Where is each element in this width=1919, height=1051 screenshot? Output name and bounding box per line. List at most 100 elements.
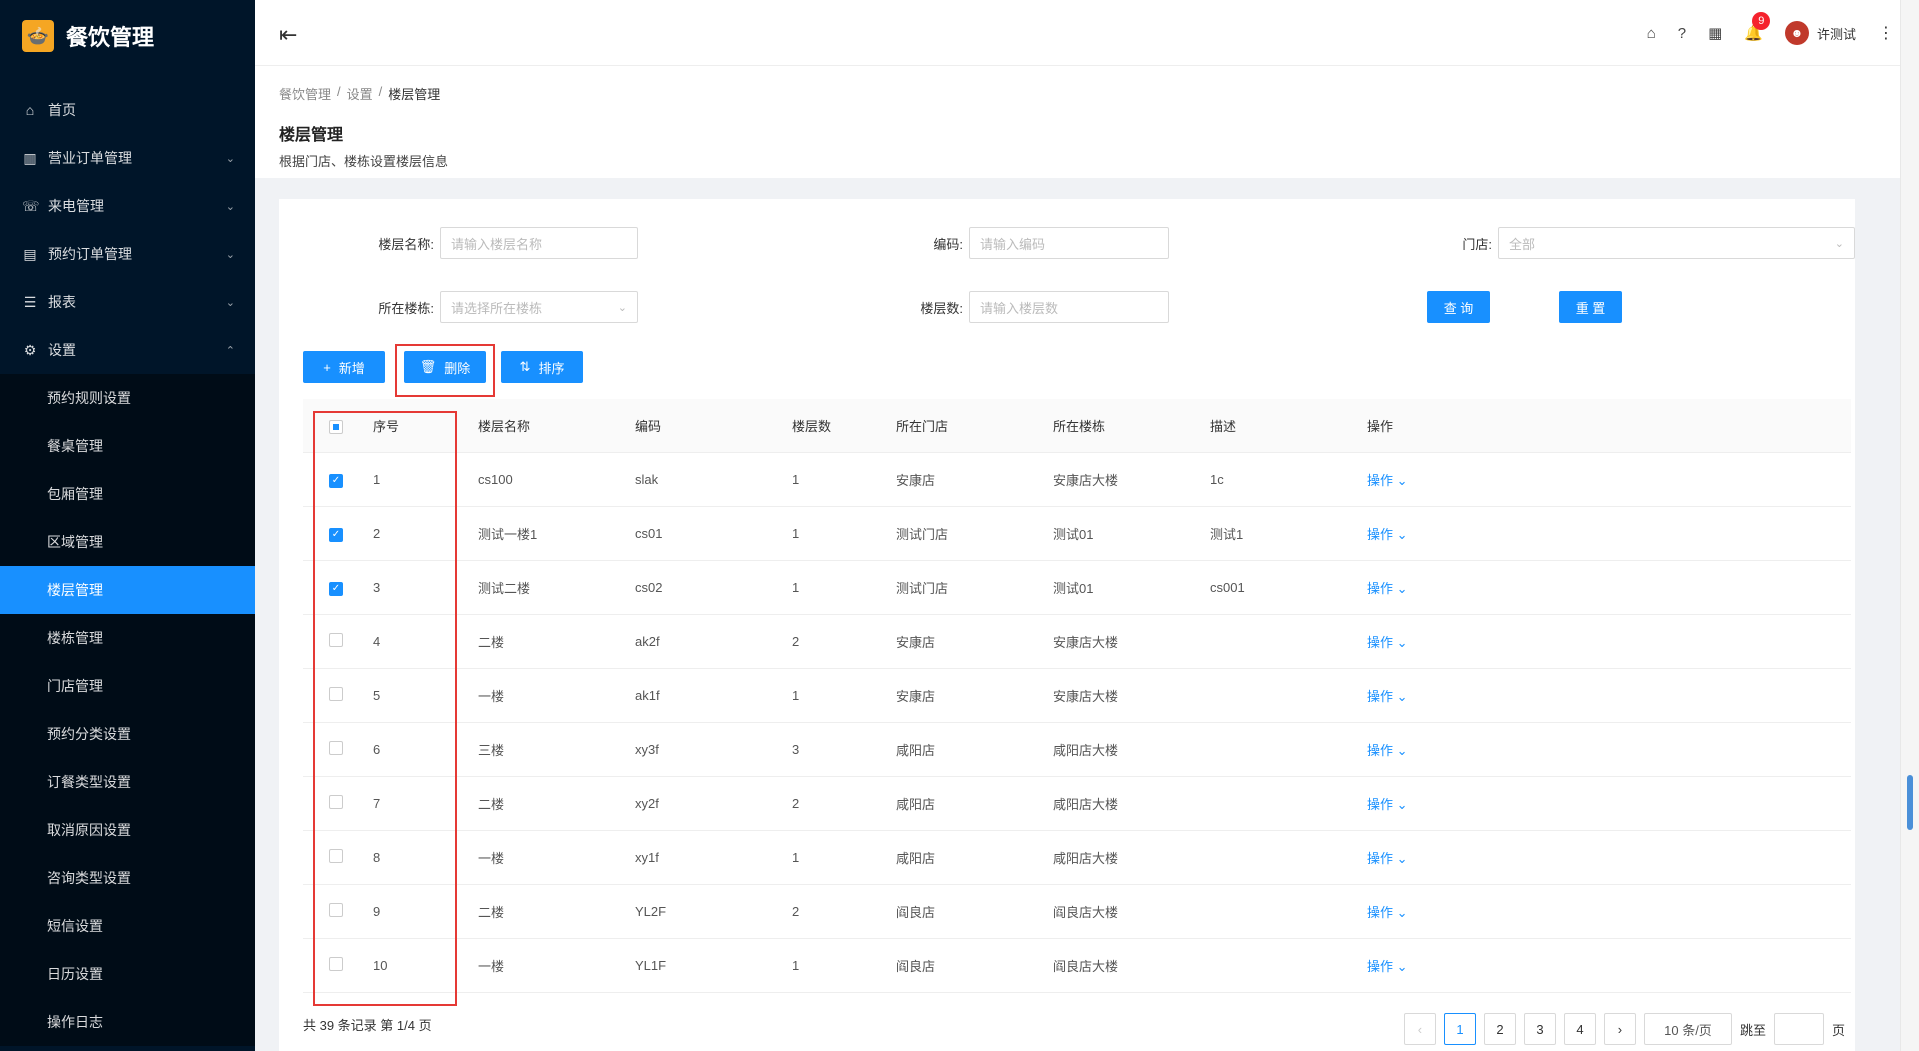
code-filter: 编码: 请输入编码: [878, 227, 1169, 259]
building-select[interactable]: 请选择所在楼栋 ⌄: [440, 291, 638, 323]
page-button[interactable]: 4: [1563, 1013, 1596, 1045]
sidebar-subitem[interactable]: 餐桌管理: [0, 422, 255, 470]
jump-page-input[interactable]: [1773, 1013, 1824, 1045]
sidebar-item-label: 设置: [48, 342, 76, 358]
table-cell: 1: [792, 526, 800, 541]
sidebar-item[interactable]: ⚙ 设置 ⌃: [0, 326, 255, 374]
sidebar-subitem[interactable]: 订餐类型设置: [0, 758, 255, 806]
page-scrollbar[interactable]: [1900, 0, 1919, 1051]
sidebar-subitem[interactable]: 咨询类型设置: [0, 854, 255, 902]
chevron-down-icon: ⌄: [1396, 905, 1408, 920]
table-cell: 安康店大楼: [1053, 473, 1119, 488]
floor-count-input[interactable]: 请输入楼层数: [969, 291, 1169, 323]
breadcrumb-item[interactable]: 餐饮管理: [279, 84, 331, 103]
page-button[interactable]: 1: [1443, 1013, 1476, 1045]
menu-fold-icon[interactable]: ⇤: [279, 22, 297, 48]
reset-button[interactable]: 重 置: [1559, 291, 1622, 323]
table-cell: 测试1: [1210, 527, 1244, 542]
sidebar-subitem[interactable]: 门店管理: [0, 662, 255, 710]
sidebar-subitem[interactable]: 短信设置: [0, 902, 255, 950]
sidebar-item[interactable]: ⌂ 首页: [0, 86, 255, 134]
row-action-dropdown[interactable]: 操作 ⌄: [1367, 794, 1517, 813]
code-input[interactable]: 请输入编码: [969, 227, 1169, 259]
page-button[interactable]: 2: [1483, 1013, 1516, 1045]
sidebar-item[interactable]: ☏ 来电管理 ⌄: [0, 182, 255, 230]
row-action-dropdown[interactable]: 操作 ⌄: [1367, 686, 1517, 705]
table-row[interactable]: 6 三楼 xy3f 3 咸阳店 咸阳店大楼 操作 ⌄: [303, 723, 1851, 777]
table-row[interactable]: ✓ 1 cs100 slak 1 安康店 安康店大楼 1c 操作 ⌄: [303, 453, 1851, 507]
table-row[interactable]: 4 二楼 ak2f 2 安康店 安康店大楼 操作 ⌄: [303, 615, 1851, 669]
column-header: 所在楼栋: [1053, 419, 1106, 434]
table-row[interactable]: ✓ 3 测试二楼 cs02 1 测试门店 测试01 cs001 操作 ⌄: [303, 561, 1851, 615]
table-cell: 测试01: [1053, 527, 1094, 542]
grid-icon[interactable]: ▦: [1708, 24, 1722, 42]
add-button[interactable]: + 新增: [303, 351, 385, 383]
query-button[interactable]: 查 询: [1427, 291, 1490, 323]
highlight-box-delete: [395, 344, 495, 397]
chevron-icon: ⌄: [225, 152, 235, 165]
sidebar-subitem[interactable]: 日历设置: [0, 950, 255, 998]
table-cell: 1: [792, 958, 800, 973]
sidebar-item[interactable]: ▤ 预约订单管理 ⌄: [0, 230, 255, 278]
sidebar-subitem[interactable]: 取消原因设置: [0, 806, 255, 854]
sidebar-item-label: 报表: [48, 294, 76, 310]
floor-name-input[interactable]: 请输入楼层名称: [440, 227, 638, 259]
breadcrumb: 餐饮管理 / 设置 / 楼层管理: [279, 84, 441, 103]
row-action-dropdown[interactable]: 操作 ⌄: [1367, 902, 1517, 921]
table-row[interactable]: ✓ 2 测试一楼1 cs01 1 测试门店 测试01 测试1 操作 ⌄: [303, 507, 1851, 561]
table-cell: 安康店大楼: [1053, 635, 1119, 650]
column-header: 编码: [635, 419, 662, 434]
table-cell: cs02: [635, 580, 663, 595]
sidebar-subitem[interactable]: 预约分类设置: [0, 710, 255, 758]
store-select[interactable]: 全部 ⌄: [1498, 227, 1855, 259]
home-icon[interactable]: ⌂: [1647, 25, 1656, 42]
table-row[interactable]: 9 二楼 YL2F 2 阎良店 阎良店大楼 操作 ⌄: [303, 885, 1851, 939]
sidebar-subitem[interactable]: 楼层管理: [0, 566, 255, 614]
store-filter: 门店: 全部 ⌄: [1407, 227, 1855, 259]
table-cell: 1: [792, 850, 800, 865]
record-summary: 共 39 条记录 第 1/4 页: [303, 1018, 432, 1033]
help-icon[interactable]: ?: [1678, 25, 1686, 42]
chevron-down-icon: ⌄: [1396, 635, 1408, 650]
sidebar-subitem[interactable]: 包厢管理: [0, 470, 255, 518]
row-action-dropdown[interactable]: 操作 ⌄: [1367, 470, 1517, 489]
sort-button[interactable]: ⇅ 排序: [501, 351, 583, 383]
row-action-dropdown[interactable]: 操作 ⌄: [1367, 632, 1517, 651]
row-action-dropdown[interactable]: 操作 ⌄: [1367, 848, 1517, 867]
sidebar-subitem[interactable]: 区域管理: [0, 518, 255, 566]
avatar[interactable]: ☻: [1784, 21, 1809, 45]
table-row[interactable]: 8 一楼 xy1f 1 咸阳店 咸阳店大楼 操作 ⌄: [303, 831, 1851, 885]
row-action-dropdown[interactable]: 操作 ⌄: [1367, 578, 1517, 597]
prev-page-button[interactable]: ‹: [1403, 1013, 1436, 1045]
building-label: 所在楼栋:: [378, 300, 434, 316]
floor-count-label: 楼层数:: [920, 300, 963, 316]
gear-icon: ⚙: [23, 341, 37, 358]
row-action-dropdown[interactable]: 操作 ⌄: [1367, 740, 1517, 759]
table-cell: 一楼: [478, 959, 505, 974]
sidebar-item[interactable]: ☰ 报表 ⌄: [0, 278, 255, 326]
row-action-dropdown[interactable]: 操作 ⌄: [1367, 524, 1517, 543]
sidebar-item[interactable]: ▥ 营业订单管理 ⌄: [0, 134, 255, 182]
sidebar-subitem[interactable]: 预约规则设置: [0, 374, 255, 422]
row-action-label: 操作: [1367, 851, 1394, 866]
sidebar-item-label: 首页: [48, 102, 76, 118]
sidebar-subitem[interactable]: 操作日志: [0, 998, 255, 1046]
next-page-button[interactable]: ›: [1603, 1013, 1636, 1045]
more-vertical-icon[interactable]: ⋮: [1878, 23, 1894, 43]
page-button[interactable]: 3: [1523, 1013, 1556, 1045]
sidebar-subitem[interactable]: 楼栋管理: [0, 614, 255, 662]
sidebar-item-label: 营业订单管理: [48, 150, 132, 166]
breadcrumb-item[interactable]: 设置: [347, 84, 373, 103]
row-action-dropdown[interactable]: 操作 ⌄: [1367, 956, 1517, 975]
page-size-select[interactable]: 10 条/页: [1643, 1013, 1732, 1045]
table-row[interactable]: 7 二楼 xy2f 2 咸阳店 咸阳店大楼 操作 ⌄: [303, 777, 1851, 831]
table-row[interactable]: 10 一楼 YL1F 1 阎良店 阎良店大楼 操作 ⌄: [303, 939, 1851, 993]
table-row[interactable]: 5 一楼 ak1f 1 安康店 安康店大楼 操作 ⌄: [303, 669, 1851, 723]
scrollbar-thumb[interactable]: [1907, 775, 1913, 830]
settings-submenu: 预约规则设置 餐桌管理 包厢管理 区域管理 楼层管理 楼栋管理 门店管理 预约分类设置 订餐类型…: [0, 374, 255, 1046]
username[interactable]: 许测试: [1817, 24, 1856, 43]
page-title: 楼层管理: [279, 127, 344, 144]
bell-icon[interactable]: 🔔 9: [1744, 12, 1771, 42]
app-logo[interactable]: 🍲 餐饮管理: [0, 0, 255, 72]
row-action-label: 操作: [1367, 689, 1394, 704]
